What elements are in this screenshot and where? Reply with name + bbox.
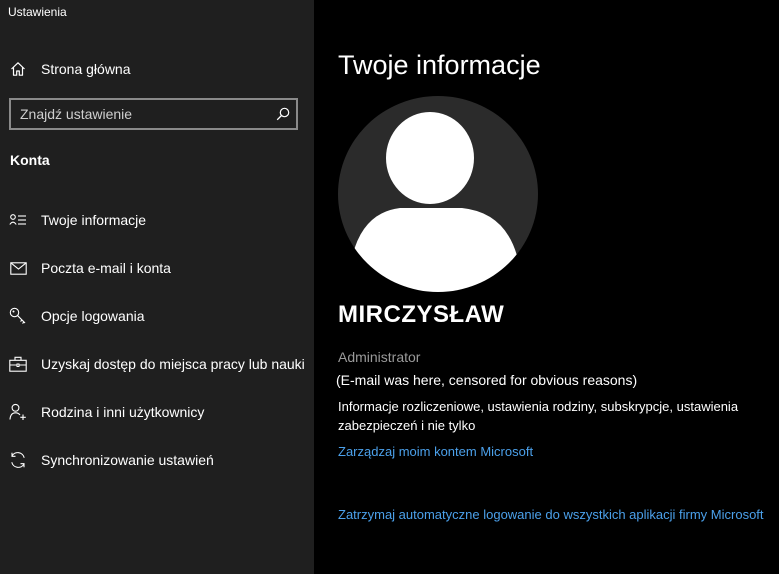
search-input[interactable]	[11, 100, 270, 128]
section-title-accounts: Konta	[10, 152, 50, 168]
user-role: Administrator	[338, 349, 421, 365]
sidebar-item-label: Synchronizowanie ustawień	[41, 452, 214, 468]
sync-icon	[8, 450, 28, 470]
user-name: MIRCZYSŁAW	[338, 301, 505, 328]
sidebar-item-label: Poczta e-mail i konta	[41, 260, 171, 276]
settings-window: Ustawienia Strona główna Konta	[0, 0, 779, 574]
sidebar-nav: Twoje informacje Poczta e-mail i konta O…	[0, 208, 314, 496]
search-box	[9, 98, 298, 130]
sidebar-item-label: Rodzina i inni użytkownicy	[41, 404, 205, 420]
sidebar-item-label: Twoje informacje	[41, 212, 147, 228]
account-info-text: Informacje rozliczeniowe, ustawienia rod…	[338, 399, 739, 433]
sidebar-item-your-info[interactable]: Twoje informacje	[0, 208, 314, 232]
sidebar-item-label: Strona główna	[41, 61, 131, 77]
stop-auto-sign-in-link[interactable]: Zatrzymaj automatyczne logowanie do wszy…	[338, 506, 778, 524]
home-icon	[8, 59, 28, 79]
sidebar-item-family-users[interactable]: Rodzina i inni użytkownicy	[0, 400, 314, 424]
sidebar-item-sync-settings[interactable]: Synchronizowanie ustawień	[0, 448, 314, 472]
user-email: (E-mail was here, censored for obvious r…	[336, 372, 638, 388]
app-title: Ustawienia	[8, 5, 67, 19]
sidebar-item-label: Uzyskaj dostęp do miejsca pracy lub nauk…	[41, 356, 305, 372]
briefcase-icon	[8, 354, 28, 374]
page-title: Twoje informacje	[338, 50, 541, 80]
manage-microsoft-account-link[interactable]: Zarządzaj moim kontem Microsoft	[338, 443, 533, 461]
sidebar-item-home[interactable]: Strona główna	[0, 56, 314, 82]
key-icon	[8, 306, 28, 326]
sidebar: Ustawienia Strona główna Konta	[0, 0, 314, 574]
sidebar-item-sign-in-options[interactable]: Opcje logowania	[0, 304, 314, 328]
sidebar-item-email-accounts[interactable]: Poczta e-mail i konta	[0, 256, 314, 280]
person-add-icon	[8, 402, 28, 422]
search-icon[interactable]	[270, 101, 296, 127]
sidebar-item-work-school-access[interactable]: Uzyskaj dostęp do miejsca pracy lub nauk…	[0, 352, 314, 376]
user-info-icon	[8, 210, 28, 230]
main-content: Twoje informacje MIRCZYSŁAW Administrato…	[314, 0, 779, 574]
sidebar-item-label: Opcje logowania	[41, 308, 145, 324]
avatar-silhouette-icon	[348, 112, 522, 292]
mail-icon	[8, 258, 28, 278]
avatar	[338, 96, 538, 292]
